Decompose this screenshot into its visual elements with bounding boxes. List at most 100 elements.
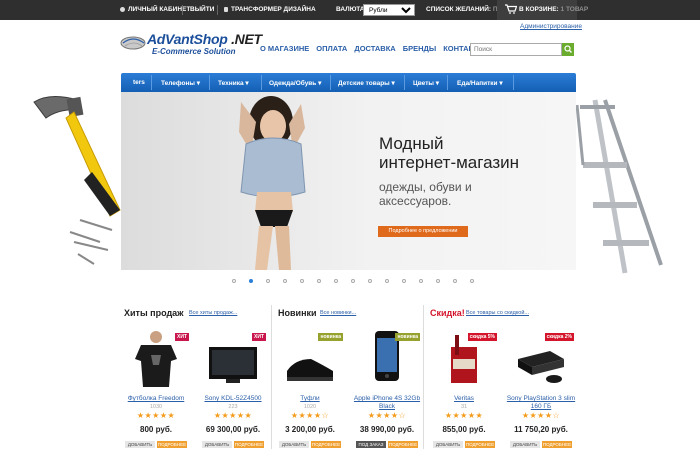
- category-item[interactable]: ters: [133, 79, 145, 86]
- add-to-cart-button[interactable]: ДОБАВИТЬ: [510, 441, 540, 448]
- slider-dot[interactable]: [351, 279, 355, 283]
- product-card[interactable]: новинка Туфли 1020 ★★★★☆ 3 200,00 руб. Д…: [275, 325, 345, 449]
- section-title-sale: Скидка!: [430, 308, 465, 318]
- nav-payment[interactable]: Оплата: [316, 44, 347, 53]
- nav-about[interactable]: О магазине: [260, 44, 309, 53]
- search-input[interactable]: [470, 43, 562, 56]
- banner-more-button[interactable]: Подробнее о предложении: [378, 226, 468, 237]
- user-icon: [120, 7, 125, 12]
- product-card[interactable]: ХИТ Футболка Freedom 1030 ★★★★★ 800 руб.…: [121, 325, 191, 449]
- cart-summary[interactable]: В корзине: 1 товар: [519, 6, 588, 13]
- rating-stars: ★★★★★: [136, 411, 176, 420]
- product-price: 800 руб.: [140, 425, 172, 434]
- slider-dot[interactable]: [453, 279, 457, 283]
- nav-brands[interactable]: Бренды: [403, 44, 437, 53]
- product-sections: Хиты продаж Все хиты продаж... Новинки В…: [121, 303, 576, 449]
- details-button[interactable]: ПОДРОБНЕЕ: [311, 441, 341, 448]
- preorder-button[interactable]: ПОД ЗАКАЗ: [356, 441, 386, 448]
- slider-dot[interactable]: [283, 279, 287, 283]
- nav-delivery[interactable]: Доставка: [354, 44, 395, 53]
- product-name[interactable]: Футболка Freedom: [121, 395, 191, 403]
- section-link-sale[interactable]: Все товары со скидкой...: [466, 310, 529, 316]
- details-button[interactable]: ПОДРОБНЕЕ: [157, 441, 187, 448]
- product-price: 3 200,00 руб.: [285, 425, 335, 434]
- rating-stars: ★★★★☆: [367, 411, 407, 420]
- product-name[interactable]: Apple iPhone 4S 32Gb Black: [352, 395, 422, 411]
- banner-title: Модный интернет-магазин: [379, 134, 519, 172]
- hammer-image: [33, 96, 121, 265]
- details-button[interactable]: ПОДРОБНЕЕ: [465, 441, 495, 448]
- slider-dot[interactable]: [300, 279, 304, 283]
- cart-label: В корзине:: [519, 6, 559, 13]
- category-food[interactable]: Еда/Напитки ▾: [457, 79, 503, 87]
- section-divider: [271, 305, 272, 449]
- category-kids[interactable]: Детские товары ▾: [338, 79, 395, 87]
- product-card[interactable]: скидка 2% Sony PlayStation 3 slim 160 ГБ…: [506, 325, 576, 449]
- category-phones[interactable]: Телефоны ▾: [161, 79, 200, 87]
- product-price: 855,00 руб.: [442, 425, 486, 434]
- product-name[interactable]: Sony KDL-52Z4500: [198, 395, 268, 403]
- product-card[interactable]: скидка 5% Veritas 31 ★★★★★ 855,00 руб. Д…: [429, 325, 499, 449]
- product-name[interactable]: Туфли: [275, 395, 345, 403]
- slider-dot[interactable]: [232, 279, 236, 283]
- logo[interactable]: AdVantShop .NET E-Commerce Solution: [120, 31, 262, 61]
- rating-stars: ★★★★★: [213, 411, 253, 420]
- details-button[interactable]: ПОДРОБНЕЕ: [388, 441, 418, 448]
- currency-select[interactable]: Рубли: [363, 4, 415, 16]
- product-name[interactable]: Veritas: [429, 395, 499, 403]
- details-button[interactable]: ПОДРОБНЕЕ: [542, 441, 572, 448]
- logo-net: .NET: [227, 31, 262, 47]
- add-to-cart-button[interactable]: ДОБАВИТЬ: [202, 441, 232, 448]
- product-name[interactable]: Sony PlayStation 3 slim 160 ГБ: [506, 395, 576, 411]
- product-buttons: ДОБАВИТЬ ПОДРОБНЕЕ: [508, 441, 574, 449]
- product-price: 38 990,00 руб.: [359, 425, 415, 434]
- slider-dot[interactable]: [419, 279, 423, 283]
- product-price: 11 750,20 руб.: [514, 425, 568, 434]
- slider-dot[interactable]: [317, 279, 321, 283]
- hit-badge: ХИТ: [252, 333, 266, 341]
- slider-dot[interactable]: [402, 279, 406, 283]
- account-link[interactable]: Личный кабинет: [120, 6, 190, 13]
- category-flowers[interactable]: Цветы ▾: [413, 79, 439, 87]
- hero-banner[interactable]: Модный интернет-магазин одежды, обуви и ак…: [121, 92, 576, 270]
- search-button[interactable]: [562, 43, 574, 56]
- category-clothing[interactable]: Одежда/Обувь ▾: [269, 79, 321, 87]
- add-to-cart-button[interactable]: ДОБАВИТЬ: [279, 441, 309, 448]
- category-electronics[interactable]: Техника ▾: [218, 79, 249, 87]
- slider-dot[interactable]: [368, 279, 372, 283]
- slider-dot[interactable]: [249, 279, 253, 283]
- product-card[interactable]: новинка Apple iPhone 4S 32Gb Black ★★★★☆…: [352, 325, 422, 449]
- slider-dot[interactable]: [266, 279, 270, 283]
- slider-dot[interactable]: [334, 279, 338, 283]
- add-to-cart-button[interactable]: ДОБАВИТЬ: [433, 441, 463, 448]
- product-card[interactable]: ХИТ Sony KDL-52Z4500 223 ★★★★★ 69 300,00…: [198, 325, 268, 449]
- design-transformer-link[interactable]: Трансформер дизайна: [224, 6, 316, 13]
- section-divider: [423, 305, 424, 449]
- section-link-hits[interactable]: Все хиты продаж...: [189, 310, 237, 316]
- divider: [404, 75, 405, 90]
- product-buttons: ДОБАВИТЬ ПОДРОБНЕЕ: [277, 441, 343, 449]
- add-to-cart-button[interactable]: ДОБАВИТЬ: [125, 441, 155, 448]
- section-link-new[interactable]: Все новинки...: [320, 310, 356, 316]
- slider-dot[interactable]: [385, 279, 389, 283]
- section-title-hits: Хиты продаж: [124, 308, 184, 318]
- cart-value: 1 товар: [560, 6, 589, 13]
- account-label: Личный кабинет: [128, 6, 191, 13]
- design-transformer-label: Трансформер дизайна: [231, 6, 316, 13]
- divider: [151, 75, 152, 90]
- slider-dot[interactable]: [436, 279, 440, 283]
- divider: [447, 75, 448, 90]
- banner-title-line: интернет-магазин: [379, 153, 520, 172]
- admin-link[interactable]: Администрирование: [520, 23, 582, 30]
- product-sku: 31: [460, 404, 468, 410]
- section-title-new: Новинки: [278, 308, 317, 318]
- main-nav: О магазине Оплата Доставка Бренды Контакты: [260, 44, 492, 53]
- logout-link[interactable]: Выйти: [190, 6, 214, 13]
- model-photo: [239, 96, 306, 270]
- divider: [513, 75, 514, 90]
- slider-dot[interactable]: [470, 279, 474, 283]
- brush-icon: [224, 7, 228, 12]
- details-button[interactable]: ПОДРОБНЕЕ: [234, 441, 264, 448]
- product-sku: 1020: [303, 404, 317, 410]
- ladder-image: [575, 99, 663, 274]
